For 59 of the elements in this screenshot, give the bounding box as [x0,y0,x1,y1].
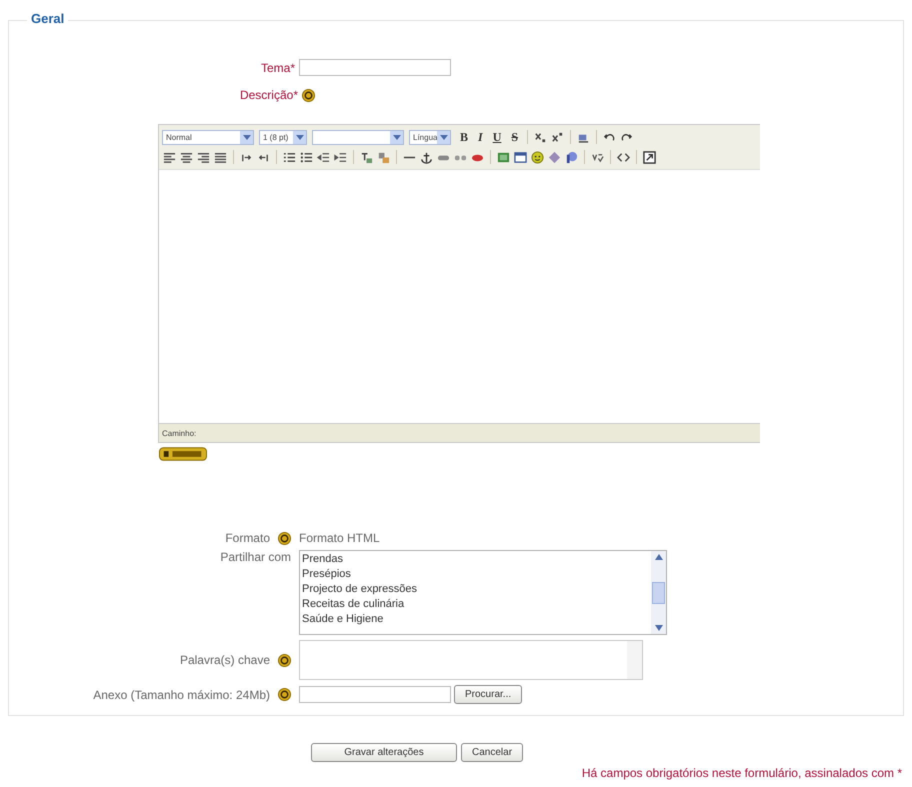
numbered-list-icon[interactable] [283,150,296,164]
topic-input[interactable] [299,59,451,76]
align-icon[interactable] [214,150,227,164]
editor-dropdown[interactable]: 1 (8 pt) [259,130,307,144]
scroll-up-icon[interactable] [654,554,662,560]
help-badge-icon[interactable] [159,447,207,461]
anchor-icon[interactable] [420,150,433,164]
field-label: Anexo (Tamanho máximo: 24Mb) [93,688,270,702]
list-option[interactable]: Receitas de culinária [302,597,649,612]
list-option[interactable]: Presépios [302,567,649,582]
dropdown-arrow-icon[interactable] [440,134,448,140]
outdent-icon[interactable] [317,150,330,164]
help-icon[interactable] [278,688,291,701]
align-icon[interactable] [163,150,176,164]
cancel-button[interactable]: Cancelar [461,743,524,762]
save-button[interactable]: Gravar alterações [311,743,457,762]
dropdown-arrow-icon[interactable] [296,134,304,140]
code-icon[interactable] [617,150,630,164]
dropdown-arrow-icon[interactable] [392,134,400,140]
bullet-list-icon[interactable] [300,150,313,164]
scrollbar[interactable] [651,551,666,634]
indent-icon[interactable] [334,150,347,164]
scroll-thumb[interactable] [652,582,665,604]
format-button[interactable]: B [456,129,472,145]
highlight-icon[interactable] [377,150,390,164]
field-label: Formato [225,531,270,545]
list-option[interactable]: Prendas [302,552,649,567]
file-path-input[interactable] [299,686,451,703]
help-icon[interactable] [278,654,291,666]
field-label: Palavra(s) chave [180,653,270,667]
smiley-icon[interactable] [531,150,544,164]
dropdown-arrow-icon[interactable] [242,134,250,140]
align-icon[interactable] [180,150,193,164]
path-label: Caminho: [162,428,196,438]
format-button[interactable]: U [488,129,506,145]
field-label: Tema* [260,60,295,74]
align-icon[interactable] [197,150,210,164]
field-label: Partilhar com [220,550,291,564]
list-option[interactable]: Saúde e Higiene [302,612,649,627]
editor-dropdown[interactable]: Normal [162,130,254,144]
section-legend: Geral [27,11,68,26]
editor-dropdown[interactable]: Língua [409,130,451,144]
format-value: Formato HTML [299,531,380,545]
subscript-icon[interactable] [534,130,548,144]
list-option[interactable]: Projecto de expressões [302,582,649,597]
format-button[interactable]: I [474,129,487,145]
format-button[interactable]: S [507,129,522,145]
field-label: Descrição* [240,88,298,102]
required-note: Há campos obrigatórios neste formulário, assinalados com * [582,766,902,780]
text-color-icon[interactable] [360,150,373,164]
table-icon[interactable] [514,150,527,164]
help-icon[interactable] [302,88,315,102]
scroll-down-icon[interactable] [654,625,662,631]
fullscreen-icon[interactable] [643,150,656,164]
superscript-icon[interactable] [551,130,564,144]
help-icon[interactable] [278,532,291,544]
share-listbox[interactable]: Prendas Presépios Projecto de expressões Receitas de culinária Saúde e Higiene [299,550,667,635]
browse-button[interactable]: Procurar... [454,685,522,704]
image-icon[interactable] [497,150,510,164]
